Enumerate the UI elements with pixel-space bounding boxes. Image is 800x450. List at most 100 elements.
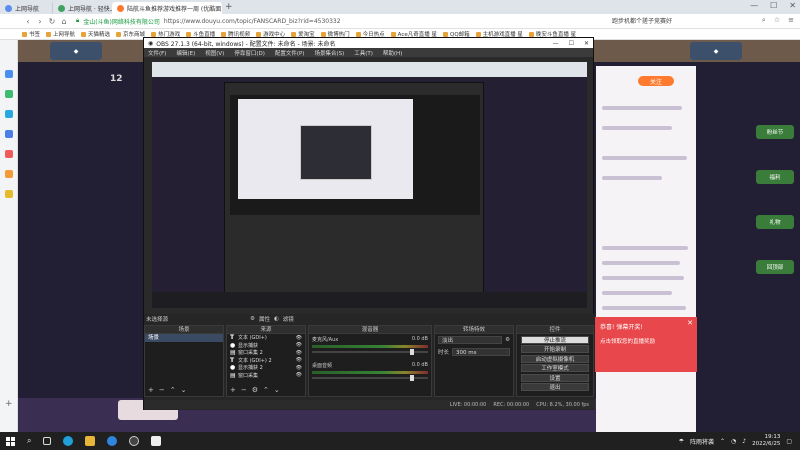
filter-icon[interactable]: ◐	[274, 316, 279, 322]
dock-app-icon[interactable]	[5, 170, 13, 178]
visibility-icon[interactable]: 👁︎	[296, 342, 302, 348]
obs-menu-item[interactable]: 配置文件(P)	[275, 49, 305, 57]
dock-app-icon[interactable]	[5, 70, 13, 78]
url-field[interactable]: 🔒︎ 金山(斗鱼)网络科技有限公司 https://www.douyu.com/…	[76, 17, 341, 26]
bookmark-item[interactable]: 天猫精选	[81, 30, 110, 38]
obs-icon[interactable]	[129, 436, 140, 446]
scene-item[interactable]: 场景	[145, 334, 223, 342]
tab-nav-2[interactable]: 上网导航 · 轻快上网 从这里开始	[52, 2, 112, 14]
follow-button[interactable]: 关注	[638, 76, 674, 86]
settings-button[interactable]: 设置	[521, 373, 589, 382]
document-icon[interactable]	[151, 436, 162, 446]
duration-field[interactable]: 300 ms	[452, 348, 510, 356]
start-recording-button[interactable]: 开始录制	[521, 345, 589, 353]
dock-app-icon[interactable]	[5, 110, 13, 118]
source-item[interactable]: ▤ 窗口采集 👁︎	[227, 372, 305, 380]
weather-icon[interactable]: ☂	[679, 438, 684, 445]
visibility-icon[interactable]: 👁︎	[296, 372, 302, 378]
remove-icon[interactable]: −	[159, 386, 165, 394]
notification-icon[interactable]: ▢	[786, 438, 792, 445]
obs-preview[interactable]	[152, 62, 587, 308]
file-explorer-icon[interactable]	[85, 436, 96, 446]
start-icon[interactable]	[6, 436, 15, 446]
visibility-icon[interactable]: 👁︎	[296, 365, 302, 371]
home-icon[interactable]: ⌂	[58, 17, 70, 26]
dock-app-icon[interactable]	[5, 190, 13, 198]
source-item[interactable]: ▤ 窗口采集 2 👁︎	[227, 349, 305, 357]
close-icon[interactable]: ✕	[687, 319, 693, 327]
close-icon[interactable]: ✕	[584, 40, 589, 47]
source-item[interactable]: T 文本 (GDI+) 👁︎	[227, 334, 305, 342]
dock-app-icon[interactable]	[5, 130, 13, 138]
source-item[interactable]: ● 显示捕获 2 👁︎	[227, 364, 305, 372]
back-icon[interactable]: ‹	[22, 17, 34, 26]
tab-douyu[interactable]: 陆航斗鱼推荐游戏推荐一周 (优酷面) ✕	[112, 2, 222, 14]
source-item[interactable]: ● 显示捕获 👁︎	[227, 342, 305, 350]
bookmark-item[interactable]: 书签	[22, 30, 40, 38]
volume-slider[interactable]	[312, 375, 428, 381]
side-badge[interactable]: 礼物	[756, 215, 794, 229]
bookmark-item[interactable]: 京东商城	[116, 30, 145, 38]
add-icon[interactable]: +	[148, 386, 154, 394]
move-down-icon[interactable]: ⌄	[274, 386, 280, 394]
obs-menu-item[interactable]: 视图(V)	[205, 49, 224, 57]
virtual-camera-button[interactable]: 启动虚拟摄像机	[521, 354, 589, 363]
add-icon[interactable]: +	[230, 386, 236, 394]
visibility-icon[interactable]: 👁︎	[296, 357, 302, 363]
obs-menu-item[interactable]: 停靠窗口(D)	[234, 49, 265, 57]
obs-menu-item[interactable]: 场景集合(S)	[314, 49, 344, 57]
search-suggestion[interactable]: 跑步机都个搓子竞赛好	[612, 16, 672, 25]
move-up-icon[interactable]: ⌃	[263, 386, 269, 394]
clock[interactable]: 19:13 2022/6/25	[752, 434, 780, 448]
move-down-icon[interactable]: ⌄	[181, 386, 187, 394]
side-badge[interactable]: 粉丝节	[756, 125, 794, 139]
exit-button[interactable]: 退出	[521, 383, 589, 391]
reload-icon[interactable]: ↻	[46, 17, 58, 26]
task-view-icon[interactable]	[43, 437, 52, 445]
side-badge[interactable]: 福利	[756, 170, 794, 184]
maximize-icon[interactable]: ☐	[569, 40, 574, 47]
notification-popup[interactable]: ✕ 恭喜! 弹幕开奖! 点击领取您的直播奖励	[595, 317, 697, 372]
menu-icon[interactable]: ≡	[788, 16, 794, 25]
volume-slider[interactable]	[312, 349, 428, 355]
slider-handle[interactable]	[410, 349, 414, 355]
obs-menu-item[interactable]: 文件(F)	[148, 49, 166, 57]
properties-button[interactable]: 属性	[259, 315, 270, 323]
stop-streaming-button[interactable]: 停止推流	[521, 335, 589, 344]
bookmark-item[interactable]: 上网导航	[46, 30, 75, 38]
maximize-icon[interactable]: ☐	[770, 1, 777, 10]
volume-icon[interactable]: ♪	[742, 438, 746, 445]
visibility-icon[interactable]: 👁︎	[296, 350, 302, 356]
network-icon[interactable]: ◔	[731, 438, 736, 445]
source-item[interactable]: T 文本 (GDI+) 2 👁︎	[227, 357, 305, 365]
chevron-up-icon[interactable]: ⌃	[720, 438, 725, 445]
obs-menu-item[interactable]: 帮助(H)	[383, 49, 402, 57]
search-icon[interactable]: ⌕	[762, 16, 766, 25]
gear-icon[interactable]: ⚙	[250, 316, 255, 322]
dock-app-icon[interactable]	[5, 150, 13, 158]
edge-icon[interactable]	[63, 436, 74, 446]
slider-handle[interactable]	[410, 375, 414, 381]
dock-add-icon[interactable]: +	[5, 400, 13, 409]
dock-app-icon[interactable]	[5, 90, 13, 98]
transition-select[interactable]: 淡出	[438, 336, 503, 344]
move-up-icon[interactable]: ⌃	[170, 386, 176, 394]
new-tab-button[interactable]: +	[225, 2, 233, 12]
minimize-icon[interactable]: —	[750, 1, 758, 10]
visibility-icon[interactable]: 👁︎	[296, 335, 302, 341]
forward-icon[interactable]: ›	[34, 17, 46, 26]
minimize-icon[interactable]: —	[553, 40, 559, 47]
close-icon[interactable]: ✕	[789, 1, 796, 10]
gear-icon[interactable]: ⚙	[252, 386, 258, 394]
gear-icon[interactable]: ⚙	[505, 337, 510, 343]
search-icon[interactable]: ⌕	[27, 436, 31, 446]
side-badge[interactable]: 回顶部	[756, 260, 794, 274]
browser-icon[interactable]	[107, 436, 118, 446]
obs-menu-item[interactable]: 工具(T)	[354, 49, 373, 57]
studio-mode-button[interactable]: 工作室模式	[521, 364, 589, 372]
obs-menu-item[interactable]: 编辑(E)	[176, 49, 195, 57]
filters-button[interactable]: 滤镜	[283, 315, 294, 323]
favorite-icon[interactable]: ☆	[774, 16, 780, 25]
remove-icon[interactable]: −	[241, 386, 247, 394]
tab-nav[interactable]: 上网导航	[0, 2, 52, 14]
